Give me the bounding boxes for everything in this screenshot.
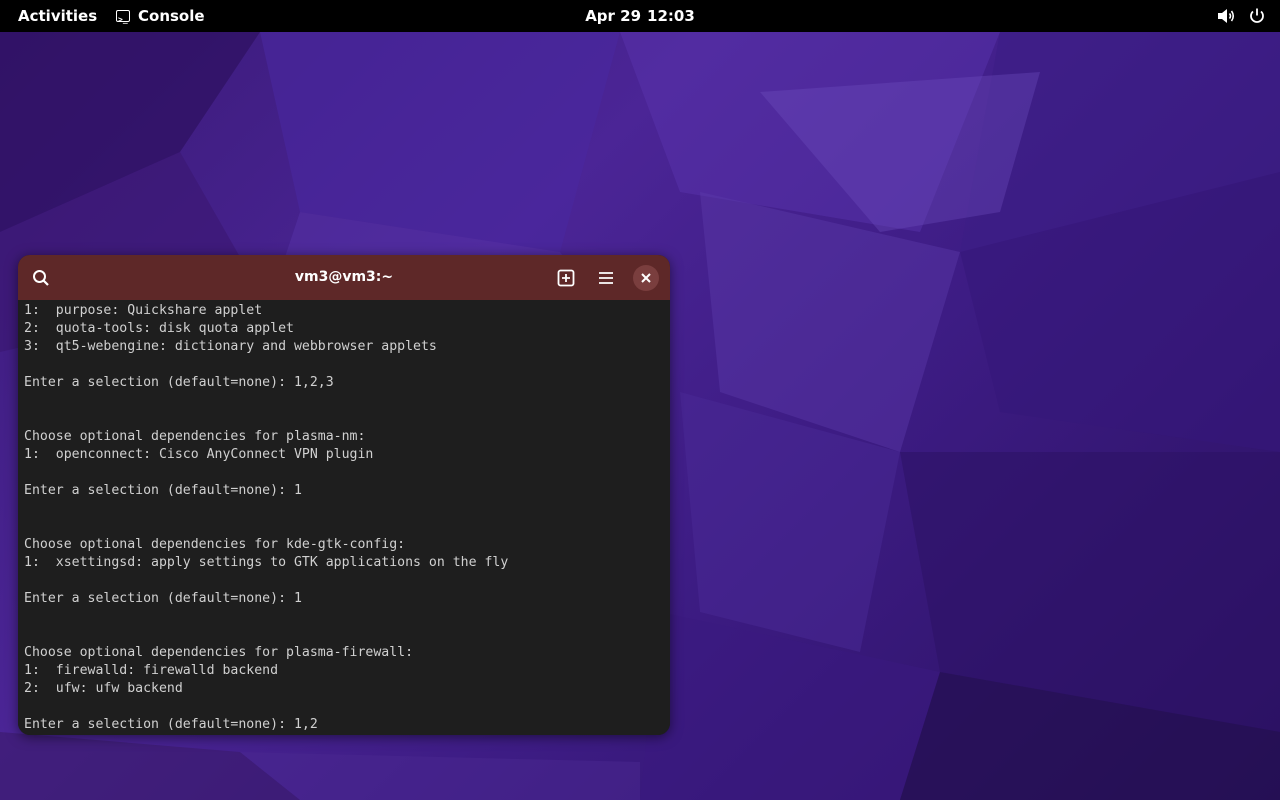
main-menu-button[interactable] [591,263,621,293]
top-bar: Activities >_ Console Apr 29 12:03 [0,0,1280,32]
app-menu-button[interactable]: >_ Console [110,4,211,28]
window-headerbar[interactable]: vm3@vm3:~ [18,255,670,300]
hamburger-menu-icon [599,272,613,284]
close-icon [641,273,651,283]
terminal-output[interactable]: 1: purpose: Quickshare applet 2: quota-to… [18,300,670,735]
terminal-line: 1: firewalld: firewalld backend [24,663,279,678]
activities-button[interactable]: Activities [8,4,107,28]
close-button[interactable] [633,265,659,291]
terminal-line: Choose optional dependencies for plasma-… [24,645,414,660]
terminal-icon: >_ [116,10,130,24]
terminal-line: 1: openconnect: Cisco AnyConnect VPN plu… [24,447,374,462]
clock-button[interactable]: Apr 29 12:03 [540,4,740,28]
clock-date: Apr 29 [585,7,642,25]
terminal-line: Choose optional dependencies for plasma-… [24,429,366,444]
terminal-line: 2: quota-tools: disk quota applet [24,321,294,336]
terminal-line: Enter a selection (default=none): 1 [24,591,302,606]
search-button[interactable] [26,263,56,293]
system-tray[interactable] [1216,6,1266,26]
new-tab-icon [557,269,575,287]
app-menu-label: Console [138,7,205,25]
search-icon [33,270,49,286]
new-tab-button[interactable] [551,263,581,293]
terminal-window[interactable]: vm3@vm3:~ 1: purpose: Quickshare applet … [18,255,670,735]
terminal-line: 2: ufw: ufw backend [24,681,183,696]
terminal-line: 1: xsettingsd: apply settings to GTK app… [24,555,509,570]
terminal-line: Enter a selection (default=none): 1 [24,483,302,498]
terminal-line: 3: qt5-webengine: dictionary and webbrow… [24,339,437,354]
power-icon[interactable] [1248,7,1266,25]
clock-time: 12:03 [647,7,695,25]
terminal-line: Enter a selection (default=none): 1,2 [24,717,318,732]
terminal-line: Choose optional dependencies for kde-gtk… [24,537,406,552]
terminal-line: 1: purpose: Quickshare applet [24,303,263,318]
terminal-line: Enter a selection (default=none): 1,2,3 [24,375,334,390]
volume-icon[interactable] [1216,6,1236,26]
